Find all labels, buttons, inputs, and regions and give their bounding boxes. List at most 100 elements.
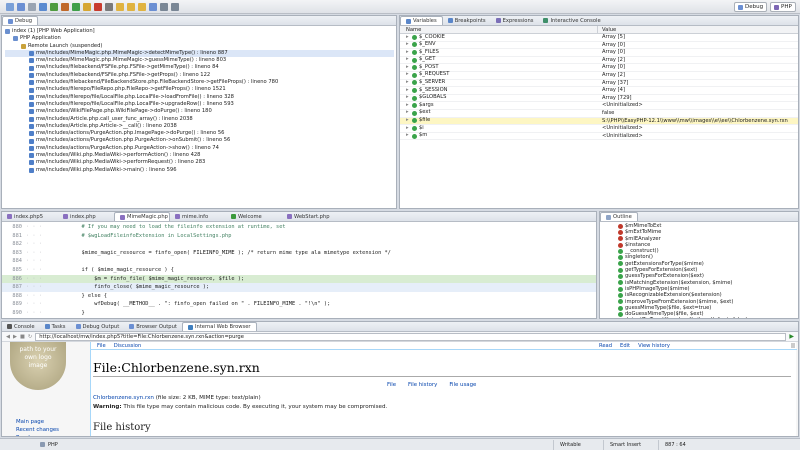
editor-tab[interactable]: WebStart.php xyxy=(282,212,338,221)
variable-row[interactable]: ▸ $GLOBALS Array [729] xyxy=(400,94,798,103)
sidebar-link[interactable]: Recent changes xyxy=(16,426,59,434)
expand-arrow-icon[interactable]: ▸ xyxy=(406,34,410,42)
resume-icon[interactable] xyxy=(71,3,80,11)
tab-interactive-console[interactable]: Interactive Console xyxy=(538,16,605,25)
variable-row[interactable]: ▸ $_GET Array [2] xyxy=(400,56,798,65)
expand-arrow-icon[interactable]: ▸ xyxy=(406,125,410,133)
variable-row[interactable]: ▸ $_SERVER Array [37] xyxy=(400,79,798,88)
code-line[interactable]: 888 · · · } else { xyxy=(2,292,596,301)
tab-debug-output[interactable]: Debug Output xyxy=(71,322,125,331)
step-over-icon[interactable] xyxy=(126,3,135,11)
stack-frame[interactable]: mw/includes/Wiki.php.MediaWiki->performA… xyxy=(5,152,394,159)
stack-frame[interactable]: mw/includes/filebackend/FSFile.php.FSFil… xyxy=(5,72,394,79)
expand-arrow-icon[interactable]: ▸ xyxy=(406,102,410,110)
editor-tab[interactable]: index.php5 xyxy=(2,212,58,221)
expand-arrow-icon[interactable]: ▸ xyxy=(406,64,410,72)
stack-frame[interactable]: mw/includes/WikiFilePage.php.WikiFilePag… xyxy=(5,108,394,115)
variable-row[interactable]: ▸ $args <Uninitialized> xyxy=(400,102,798,110)
variable-row[interactable]: ▸ $_FILES Array [0] xyxy=(400,49,798,57)
stack-frame[interactable]: mw/includes/filerepo/file/LocalFile.php.… xyxy=(5,101,394,108)
expand-arrow-icon[interactable]: ▸ xyxy=(406,87,410,95)
code-line[interactable]: 881 · · · # $wgLoadFileinfoExtension in L… xyxy=(2,232,596,241)
stack-frame[interactable]: mw/includes/MimeMagic.php.MimeMagic->gue… xyxy=(5,57,394,64)
code-line[interactable]: 880 · · · # If you may need to load the f… xyxy=(2,223,596,232)
tab-tasks[interactable]: Tasks xyxy=(40,322,71,331)
expand-arrow-icon[interactable]: ▸ xyxy=(406,117,410,125)
stack-frame[interactable]: mw/includes/filerepo/FileRepo.php.FileRe… xyxy=(5,86,394,93)
tab-debug[interactable]: Debug xyxy=(2,16,39,25)
code-line[interactable]: 889 · · · wfDebug( __METHOD__ . ": finfo_… xyxy=(2,300,596,309)
debug-perspective-button[interactable]: Debug xyxy=(734,2,768,12)
expand-arrow-icon[interactable]: ▸ xyxy=(406,41,410,49)
variable-row[interactable]: ▸ $_ENV Array [0] xyxy=(400,41,798,50)
value-column-header[interactable]: Value xyxy=(598,26,616,33)
stack-frame[interactable]: mw/includes/Wiki.php.MediaWiki->main() :… xyxy=(5,167,394,174)
variable-row[interactable]: ▸ $_COOKIE Array [5] xyxy=(400,34,798,42)
variable-row[interactable]: ▸ $file S:\\PHP\\EasyPHP-12.1\\www\\mw\\im… xyxy=(400,117,798,126)
stack-frame[interactable]: mw/includes/filebackend/FSFile.php.FSFil… xyxy=(5,64,394,71)
stop-icon[interactable]: ■ xyxy=(20,334,25,340)
stack-frame[interactable]: mw/includes/Article.php.call_user_func_a… xyxy=(5,116,394,123)
code-line[interactable]: 884 · · · xyxy=(2,257,596,266)
tab-browser-output[interactable]: Browser Output xyxy=(124,322,182,331)
view-tab[interactable]: Edit xyxy=(620,343,630,349)
code-line[interactable]: 885 · · · if ( $mime_magic_resource ) { xyxy=(2,266,596,275)
code-line[interactable]: 890 · · · } xyxy=(2,309,596,318)
name-column-header[interactable]: Name xyxy=(400,26,598,33)
expand-arrow-icon[interactable]: ▸ xyxy=(406,49,410,57)
variable-row[interactable]: ▸ $m <Uninitialized> xyxy=(400,132,798,141)
debug-icon[interactable] xyxy=(38,3,47,11)
expand-arrow-icon[interactable]: ▸ xyxy=(406,56,410,64)
code-line[interactable]: 891· · · } elseif ( function_exists( "mi… xyxy=(2,318,596,319)
new-icon[interactable] xyxy=(5,3,14,11)
back-icon[interactable]: ◀ xyxy=(6,334,10,340)
sidebar-link[interactable]: Main page xyxy=(16,418,59,426)
code-line[interactable]: 886 · · · $m = finfo_file( $mime_magic_re… xyxy=(2,274,596,284)
variable-row[interactable]: ▸ $i <Uninitialized> xyxy=(400,125,798,133)
forward-icon[interactable]: ▶ xyxy=(13,334,17,340)
code-line[interactable]: 883 · · · $mime_magic_resource = finfo_op… xyxy=(2,249,596,258)
stack-frame[interactable]: mw/includes/Wiki.php.MediaWiki->performR… xyxy=(5,159,394,166)
url-field[interactable]: http://localhost/mw/index.php5?title=Fil… xyxy=(35,332,787,341)
forward-icon[interactable] xyxy=(170,3,179,11)
expand-arrow-icon[interactable]: ▸ xyxy=(406,94,410,102)
file-section-link[interactable]: File history xyxy=(408,382,437,388)
print-icon[interactable] xyxy=(27,3,36,11)
variable-row[interactable]: ▸ $_POST Array [0] xyxy=(400,64,798,72)
expand-arrow-icon[interactable]: ▸ xyxy=(406,79,410,87)
php-perspective-button[interactable]: PHP xyxy=(770,2,796,12)
tab-console[interactable]: Console xyxy=(2,322,40,331)
page-tab[interactable]: File xyxy=(97,343,106,349)
external-tools-icon[interactable] xyxy=(60,3,69,11)
code-line[interactable]: 887 · · · finfo_close( $mime_magic_resour… xyxy=(2,283,596,292)
stack-frame[interactable]: mw/includes/actions/PurgeAction.php.Imag… xyxy=(5,130,394,137)
go-icon[interactable]: ▶ xyxy=(789,333,794,340)
tab-breakpoints[interactable]: Breakpoints xyxy=(443,16,491,25)
editor-tab[interactable]: Welcome xyxy=(226,212,282,221)
tab-variables[interactable]: Variables xyxy=(400,16,443,25)
run-icon[interactable] xyxy=(49,3,58,11)
stack-frame[interactable]: Remote Launch (suspended) xyxy=(5,43,394,50)
stack-frame[interactable]: mw/includes/filebackend/FileBackendStore… xyxy=(5,79,394,86)
tab-expressions[interactable]: Expressions xyxy=(491,16,539,25)
editor-tab[interactable]: index.php xyxy=(58,212,114,221)
terminate-icon[interactable] xyxy=(93,3,102,11)
site-logo[interactable]: path to your own logo image xyxy=(10,342,66,390)
stack-frame[interactable]: mw/includes/actions/PurgeAction.php.Purg… xyxy=(5,137,394,144)
variable-row[interactable]: ▸ $ext false xyxy=(400,109,798,118)
suspend-icon[interactable] xyxy=(82,3,91,11)
refresh-icon[interactable]: ↻ xyxy=(28,334,32,340)
search-box[interactable] xyxy=(791,343,795,348)
expand-arrow-icon[interactable]: ▸ xyxy=(406,132,410,140)
file-section-link[interactable]: File usage xyxy=(449,382,476,388)
stack-frame[interactable]: index (1) [PHP Web Application] xyxy=(5,28,394,35)
editor-tab[interactable]: mime.info xyxy=(170,212,226,221)
stack-frame[interactable]: mw/includes/actions/PurgeAction.php.Purg… xyxy=(5,145,394,152)
expand-arrow-icon[interactable]: ▸ xyxy=(406,71,410,79)
page-tab[interactable]: Discussion xyxy=(114,343,142,349)
stack-frame[interactable]: mw/includes/MimeMagic.php.MimeMagic->det… xyxy=(5,49,394,58)
code-line[interactable]: 882 · · · xyxy=(2,240,596,249)
tab-outline[interactable]: Outline xyxy=(600,212,638,221)
editor-tab[interactable]: MimeMagic.php xyxy=(114,212,170,221)
variable-row[interactable]: ▸ $_SESSION Array [4] xyxy=(400,87,798,95)
